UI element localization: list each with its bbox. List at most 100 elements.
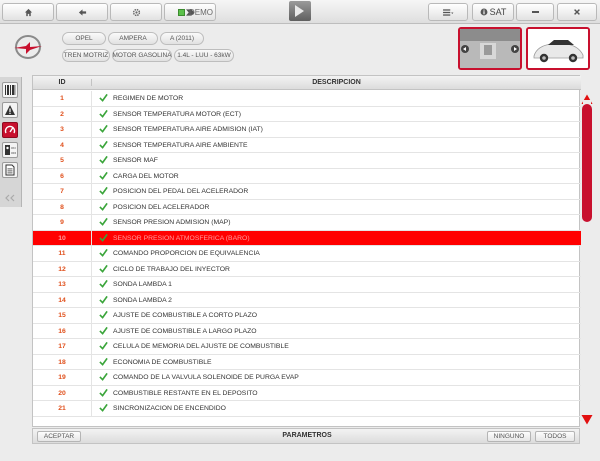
row-id: 8	[60, 203, 64, 211]
sidebar-collapse-button[interactable]	[4, 189, 16, 202]
check-icon[interactable]	[99, 372, 108, 381]
check-icon[interactable]	[99, 233, 108, 242]
row-description: AJUSTE DE COMBUSTIBLE A CORTO PLAZO	[113, 312, 258, 319]
select-none-button[interactable]: NINGUNO	[487, 431, 531, 442]
row-id: 17	[58, 343, 66, 350]
check-icon[interactable]	[99, 217, 108, 226]
row-id: 12	[58, 265, 66, 273]
vehicle-tag-engine-type: MOTOR GASOLINA	[112, 49, 172, 62]
check-icon[interactable]	[99, 357, 108, 366]
minimize-icon	[531, 11, 539, 13]
table-row[interactable]: 19 COMANDO DE LA VALVULA SOLENOIDE DE PUR…	[33, 370, 581, 386]
check-icon[interactable]	[99, 186, 108, 195]
table-row[interactable]: 15 AJUSTE DE COMBUSTIBLE A CORTO PLAZO	[33, 308, 581, 324]
table-row[interactable]: 21 SINCRONIZACION DE ENCENDIDO	[33, 401, 581, 417]
check-icon[interactable]	[99, 155, 108, 164]
row-description: CICLO DE TRABAJO DEL INYECTOR	[113, 265, 230, 273]
check-icon[interactable]	[99, 264, 108, 273]
row-description: SINCRONIZACION DE ENCENDIDO	[113, 405, 226, 412]
sidebar-actuators-button[interactable]: ONOFF	[2, 142, 18, 158]
table-row[interactable]: 10 SENSOR PRESION ATMOSFERICA (BARO)	[33, 230, 581, 246]
table-row[interactable]: 5 SENSOR MAF	[33, 153, 581, 169]
vehicle-thumbnail[interactable]	[526, 27, 590, 70]
back-button[interactable]	[56, 3, 108, 21]
row-divider	[91, 370, 92, 385]
minimize-button[interactable]	[516, 3, 554, 21]
row-description: COMANDO PROPORCION DE EQUIVALENCIA	[113, 250, 260, 257]
sidebar-faults-button[interactable]	[2, 102, 18, 118]
check-icon[interactable]	[99, 403, 108, 412]
table-row[interactable]: 11 COMANDO PROPORCION DE EQUIVALENCIA	[33, 246, 581, 262]
sidebar-identification-button[interactable]	[2, 82, 18, 98]
select-all-button[interactable]: TODOS	[535, 431, 575, 442]
check-icon[interactable]	[99, 295, 108, 304]
scroll-down-icon[interactable]	[580, 414, 594, 426]
row-id: 19	[58, 374, 66, 381]
table-row[interactable]: 16 AJUSTE DE COMBUSTIBLE A LARGO PLAZO	[33, 323, 581, 339]
table-row[interactable]: 14 SONDA LAMBDA 2	[33, 292, 581, 308]
home-button[interactable]	[2, 3, 54, 21]
row-description: SENSOR PRESION ATMOSFERICA (BARO)	[113, 234, 250, 242]
row-divider	[91, 354, 92, 369]
check-icon[interactable]	[99, 341, 108, 350]
row-description: AJUSTE DE COMBUSTIBLE A LARGO PLAZO	[113, 327, 257, 335]
check-icon[interactable]	[99, 93, 108, 102]
table-row[interactable]: 13 SONDA LAMBDA 1	[33, 277, 581, 293]
sidebar-parameters-button[interactable]	[2, 122, 18, 138]
demo-indicator: DEMO	[178, 5, 213, 19]
sidebar-documents-button[interactable]	[2, 162, 18, 178]
app-logo	[289, 1, 311, 21]
settings-button[interactable]	[110, 3, 162, 21]
table-row[interactable]: 12 CICLO DE TRABAJO DEL INYECTOR	[33, 261, 581, 277]
table-row[interactable]: 3 SENSOR TEMPERATURA AIRE ADMISION (IAT)	[33, 122, 581, 138]
table-row[interactable]: 7 POSICION DEL PEDAL DEL ACELERADOR	[33, 184, 581, 200]
row-id: 10	[58, 234, 66, 242]
row-description: SENSOR TEMPERATURA AIRE ADMISION (IAT)	[113, 126, 263, 133]
check-icon[interactable]	[99, 310, 108, 319]
check-icon[interactable]	[99, 109, 108, 118]
list-icon	[443, 8, 454, 16]
row-description: COMBUSTIBLE RESTANTE EN EL DEPOSITO	[113, 389, 258, 397]
sat-button[interactable]: SAT	[472, 3, 514, 21]
row-id: 21	[58, 405, 66, 412]
engine-bay-thumbnail[interactable]	[458, 27, 522, 70]
table-row[interactable]: 17 CELULA DE MEMORIA DEL AJUSTE DE COMBUS…	[33, 339, 581, 355]
table-row[interactable]: 8 POSICION DEL ACELERADOR	[33, 199, 581, 215]
check-icon[interactable]	[99, 202, 108, 211]
row-divider	[91, 184, 92, 199]
table-row[interactable]: 1 REGIMEN DE MOTOR	[33, 91, 581, 107]
row-divider	[91, 308, 92, 323]
row-id: 14	[58, 296, 66, 304]
menu-button[interactable]	[428, 3, 468, 21]
arrow-left-icon	[78, 8, 86, 16]
check-icon[interactable]	[99, 171, 108, 180]
sat-label: SAT	[489, 7, 507, 17]
row-description: SENSOR TEMPERATURA MOTOR (ECT)	[113, 110, 242, 118]
table-row[interactable]: 9 SENSOR PRESION ADMISION (MAP)	[33, 215, 581, 231]
row-id: 15	[58, 312, 66, 319]
vehicle-tag-brand: OPEL	[62, 32, 106, 45]
scrollbar-thumb[interactable]	[582, 104, 592, 222]
check-icon[interactable]	[99, 279, 108, 288]
table-row[interactable]: 6 CARGA DEL MOTOR	[33, 168, 581, 184]
column-header-description: DESCRIPCION	[91, 79, 581, 86]
vehicle-tag-model: AMPERA	[108, 32, 158, 45]
row-id: 2	[60, 110, 64, 118]
check-icon[interactable]	[99, 326, 108, 335]
check-icon[interactable]	[99, 248, 108, 257]
table-row[interactable]: 20 COMBUSTIBLE RESTANTE EN EL DEPOSITO	[33, 385, 581, 401]
check-icon[interactable]	[99, 124, 108, 133]
accept-button[interactable]: ACEPTAR	[37, 431, 81, 442]
table-row[interactable]: 2 SENSOR TEMPERATURA MOTOR (ECT)	[33, 106, 581, 122]
warning-icon	[5, 105, 15, 115]
row-divider	[91, 199, 92, 214]
row-id: 5	[60, 157, 64, 164]
row-divider	[91, 385, 92, 400]
check-icon[interactable]	[99, 140, 108, 149]
check-icon[interactable]	[99, 388, 108, 397]
row-divider	[91, 277, 92, 292]
column-header-id: ID	[58, 79, 66, 86]
table-row[interactable]: 4 SENSOR TEMPERATURA AIRE AMBIENTE	[33, 137, 581, 153]
close-button[interactable]	[557, 3, 597, 21]
table-row[interactable]: 18 ECONOMIA DE COMBUSTIBLE	[33, 354, 581, 370]
